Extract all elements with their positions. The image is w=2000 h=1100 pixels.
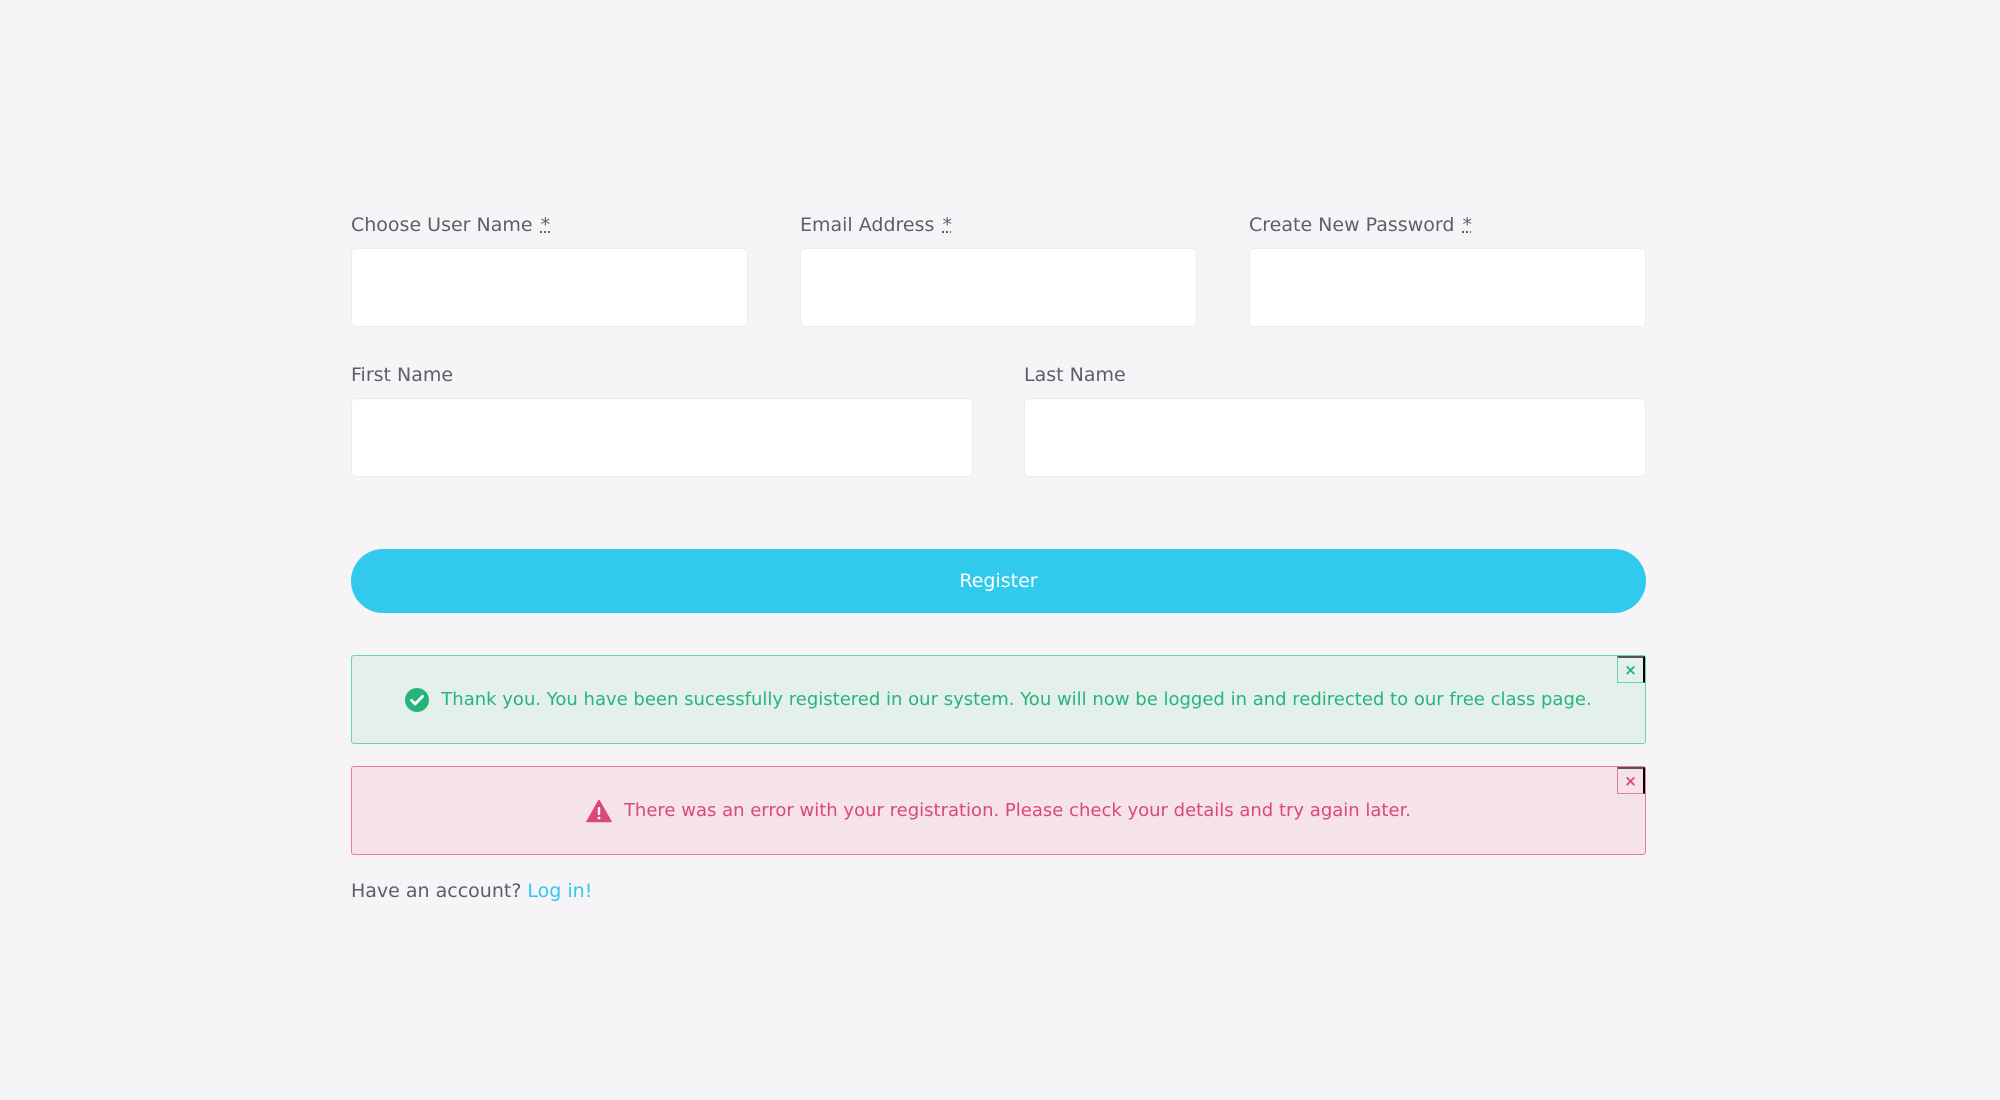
email-input[interactable]	[800, 248, 1197, 327]
registration-form: Choose User Name * Email Address * Creat…	[351, 210, 1646, 512]
error-alert: There was an error with your registratio…	[351, 766, 1646, 855]
password-input[interactable]	[1249, 248, 1646, 327]
username-label: Choose User Name *	[351, 215, 748, 235]
form-row-account: Choose User Name * Email Address * Creat…	[351, 210, 1646, 360]
required-mark: *	[1462, 214, 1472, 236]
username-label-text: Choose User Name	[351, 214, 533, 236]
last-name-field-group: Last Name	[1024, 360, 1646, 512]
login-prompt: Have an account? Log in!	[351, 880, 592, 902]
success-alert: Thank you. You have been sucessfully reg…	[351, 655, 1646, 744]
required-mark: *	[540, 214, 551, 236]
error-alert-text: There was an error with your registratio…	[623, 800, 1412, 821]
first-name-input[interactable]	[351, 398, 973, 477]
login-link[interactable]: Log in!	[527, 880, 592, 902]
form-row-name: First Name Last Name	[351, 360, 1646, 512]
last-name-label: Last Name	[1024, 364, 1126, 386]
first-name-label: First Name	[351, 364, 454, 386]
username-field-group: Choose User Name *	[351, 210, 748, 360]
email-label: Email Address *	[800, 215, 1197, 235]
success-alert-text: Thank you. You have been sucessfully reg…	[441, 689, 1592, 710]
warning-triangle-icon	[586, 799, 612, 823]
password-label-text: Create New Password	[1249, 214, 1455, 236]
password-field-group: Create New Password *	[1249, 210, 1646, 360]
username-input[interactable]	[351, 248, 748, 327]
email-field-group: Email Address *	[800, 210, 1197, 360]
last-name-input[interactable]	[1024, 398, 1646, 477]
success-alert-close-button[interactable]: ×	[1617, 656, 1645, 683]
first-name-field-group: First Name	[351, 360, 973, 512]
register-button[interactable]: Register	[351, 549, 1646, 613]
required-mark: *	[942, 214, 952, 236]
email-label-text: Email Address	[800, 214, 935, 236]
error-alert-close-button[interactable]: ×	[1617, 767, 1645, 794]
login-prompt-text: Have an account?	[351, 880, 522, 902]
password-label: Create New Password *	[1249, 215, 1646, 235]
check-circle-icon	[405, 687, 430, 712]
